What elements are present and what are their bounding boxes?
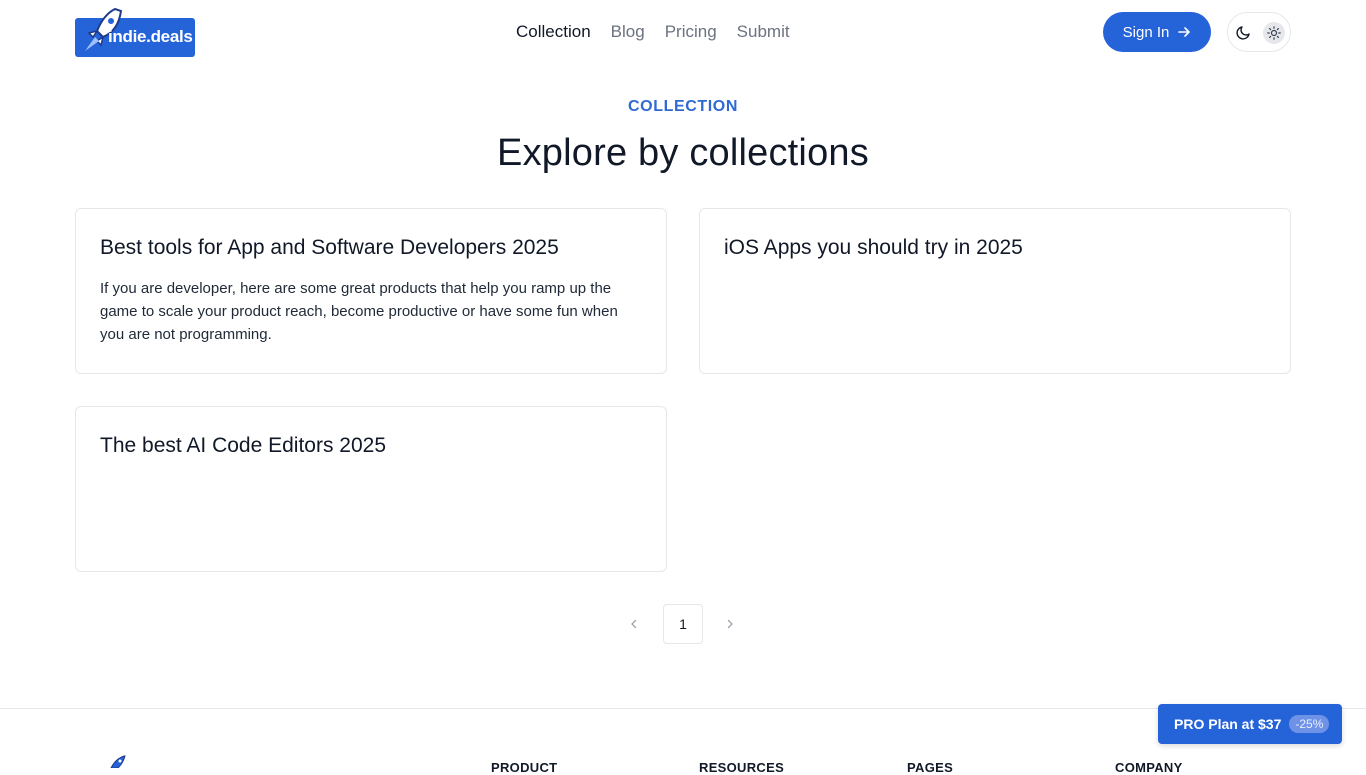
promo-label: PRO Plan at $37: [1174, 716, 1282, 732]
collection-card-title: The best AI Code Editors 2025: [100, 434, 387, 457]
nav-item-collection[interactable]: Collection: [516, 21, 591, 43]
moon-icon[interactable]: [1234, 22, 1254, 42]
nav-item-blog[interactable]: Blog: [611, 21, 645, 43]
page-title: Explore by collections: [497, 132, 869, 174]
sun-icon[interactable]: [1263, 22, 1285, 44]
arrow-right-icon: [1178, 27, 1191, 37]
rocket-icon: [110, 755, 126, 768]
brand-name: indie.deals: [108, 27, 193, 46]
collection-card-description: If you are developer, here are some grea…: [100, 280, 618, 343]
discount-badge: -25%: [1289, 715, 1330, 733]
site-header: indie.deals Collection Blog Pricing Subm…: [0, 0, 1366, 64]
chevron-right-icon[interactable]: [720, 614, 740, 634]
pro-plan-promo-button[interactable]: PRO Plan at $37 -25%: [1158, 704, 1342, 744]
collection-card[interactable]: The best AI Code Editors 2025: [75, 406, 667, 572]
theme-toggle[interactable]: [1227, 12, 1291, 52]
section-eyebrow: COLLECTION: [628, 98, 738, 115]
main-nav: Collection Blog Pricing Submit: [516, 21, 790, 43]
sign-in-label: Sign In: [1122, 23, 1170, 41]
collection-card-title: iOS Apps you should try in 2025: [724, 236, 1023, 259]
collection-card[interactable]: Best tools for App and Software Develope…: [75, 208, 667, 374]
collection-card[interactable]: iOS Apps you should try in 2025: [699, 208, 1291, 374]
pagination: 1: [0, 604, 1366, 644]
nav-item-submit[interactable]: Submit: [737, 21, 790, 43]
nav-item-pricing[interactable]: Pricing: [665, 21, 717, 43]
page-number-current[interactable]: 1: [663, 604, 703, 644]
sign-in-button[interactable]: Sign In: [1103, 12, 1211, 52]
chevron-left-icon[interactable]: [624, 614, 644, 634]
brand-logo[interactable]: indie.deals: [75, 7, 195, 57]
collection-card-title: Best tools for App and Software Develope…: [100, 236, 559, 259]
